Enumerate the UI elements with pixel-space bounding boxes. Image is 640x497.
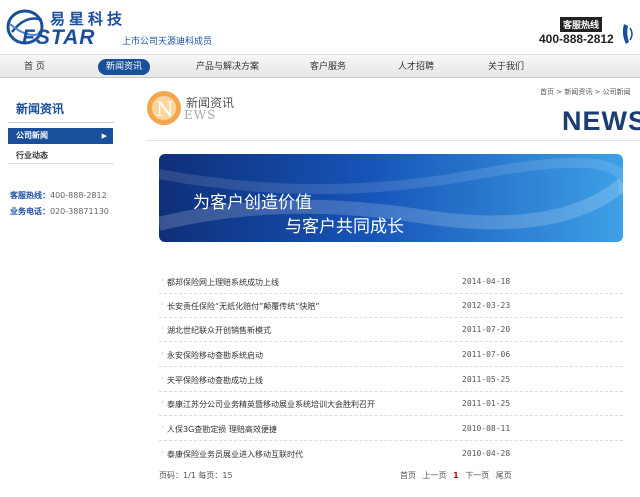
logo-english-text: FSTAR — [22, 26, 96, 49]
section-subtitle: EWS — [184, 108, 217, 122]
news-title[interactable]: 永安保险移动查勘系统启动 — [161, 349, 263, 361]
news-date: 2011-07-06 — [462, 350, 511, 359]
logo[interactable]: 易星科技 FSTAR 上市公司天源迪科成员 — [6, 6, 216, 49]
sidebar-item-company-news[interactable]: 公司新闻 ▶ — [8, 128, 113, 144]
main-nav: 首 页 新闻资讯 产品与解决方案 客户服务 人才招聘 关于我们 — [0, 54, 640, 78]
header: 易星科技 FSTAR 上市公司天源迪科成员 客服热线 400-888-2812 — [0, 0, 640, 54]
sidebar-title: 新闻资讯 — [16, 102, 65, 116]
news-date: 2014-04-18 — [462, 277, 511, 286]
news-date: 2010-08-11 — [462, 424, 511, 433]
list-item[interactable]: 都邦保险网上理赔系统成功上线 2014-04-18 — [159, 270, 623, 294]
news-title[interactable]: 泰康保险业务员展业进入移动互联时代 — [161, 448, 303, 460]
contact-phone-value: 020-38871130 — [50, 207, 109, 216]
sidebar-item-label: 公司新闻 — [16, 131, 48, 140]
news-title[interactable]: 湖北世纪联众开创销售新模式 — [161, 324, 271, 336]
pager-last[interactable]: 尾页 — [496, 471, 512, 480]
news-title[interactable]: 天平保险移动查勘成功上线 — [161, 374, 263, 386]
banner-slogan-2: 与客户共同成长 — [285, 217, 404, 237]
breadcrumb[interactable]: 首页 > 新闻资讯 > 公司新闻 — [540, 87, 631, 97]
sidebar-divider — [8, 163, 114, 164]
news-title[interactable]: 泰康江苏分公司业务精英暨移动展业系统培训大会胜利召开 — [161, 398, 375, 410]
svg-text:N: N — [156, 97, 174, 121]
pager-current: 1 — [453, 471, 459, 480]
contact-hotline: 客服热线：400-888-2812 — [10, 190, 107, 201]
pager-info: 页码：1/1 每页：15 — [159, 471, 233, 480]
nav-item-about[interactable]: 关于我们 — [488, 59, 524, 75]
news-title[interactable]: 都邦保险网上理赔系统成功上线 — [161, 276, 279, 288]
contact-business-phone: 业务电话：020-38871130 — [10, 206, 109, 217]
chevron-right-icon: ▶ — [101, 132, 107, 140]
pager-next[interactable]: 下一页 — [465, 471, 489, 480]
contact-hotline-value: 400-888-2812 — [50, 191, 107, 200]
sidebar-item-industry-news[interactable]: 行业动态 — [16, 150, 48, 161]
list-item[interactable]: 泰康江苏分公司业务精英暨移动展业系统培训大会胜利召开 2011-01-25 — [159, 392, 623, 416]
news-date: 2011-01-25 — [462, 399, 511, 408]
hotline-label: 客服热线 — [560, 17, 603, 32]
nav-item-products[interactable]: 产品与解决方案 — [196, 59, 259, 75]
contact-hotline-label: 客服热线： — [10, 191, 50, 200]
news-date: 2011-05-25 — [462, 375, 511, 384]
banner-slogan-1: 为客户创造价值 — [193, 193, 312, 213]
news-section-icon: N — [147, 91, 181, 125]
news-title[interactable]: 长安责任保险“无纸化赔付”颠覆传统“快赔” — [161, 300, 320, 312]
nav-item-service[interactable]: 客户服务 — [310, 59, 346, 75]
page: 易星科技 FSTAR 上市公司天源迪科成员 客服热线 400-888-2812 … — [0, 0, 640, 497]
phone-icon — [622, 24, 633, 44]
list-item[interactable]: 天平保险移动查勘成功上线 2011-05-25 — [159, 368, 623, 392]
news-heading-graphic: NEWS — [562, 106, 640, 136]
banner: 为客户创造价值 与客户共同成长 — [159, 154, 623, 242]
hotline: 客服热线 400-888-2812 — [538, 14, 638, 48]
list-item[interactable]: 湖北世纪联众开创销售新模式 2011-07-20 — [159, 318, 623, 342]
hotline-number: 400-888-2812 — [539, 32, 614, 46]
list-item[interactable]: 人保3G查勘定损 理赔高效便捷 2010-08-11 — [159, 417, 623, 441]
pager-prev[interactable]: 上一页 — [423, 471, 447, 480]
news-date: 2010-04-28 — [462, 449, 511, 458]
news-date: 2011-07-20 — [462, 325, 511, 334]
logo-tagline: 上市公司天源迪科成员 — [122, 37, 213, 47]
news-title[interactable]: 人保3G查勘定损 理赔高效便捷 — [161, 423, 277, 435]
nav-item-news[interactable]: 新闻资讯 — [98, 59, 151, 75]
sidebar-divider — [8, 122, 114, 123]
nav-item-home[interactable]: 首 页 — [24, 59, 45, 75]
news-date: 2012-03-23 — [462, 301, 511, 310]
list-item[interactable]: 泰康保险业务员展业进入移动互联时代 2010-04-28 — [159, 442, 623, 466]
pagination: 首页 上一页 1 下一页 尾页 — [400, 470, 516, 481]
list-item[interactable]: 长安责任保险“无纸化赔付”颠覆传统“快赔” 2012-03-23 — [159, 294, 623, 318]
contact-phone-label: 业务电话： — [10, 207, 50, 216]
list-item[interactable]: 永安保险移动查勘系统启动 2011-07-06 — [159, 343, 623, 367]
nav-item-careers[interactable]: 人才招聘 — [398, 59, 434, 75]
pager-first[interactable]: 首页 — [400, 471, 416, 480]
